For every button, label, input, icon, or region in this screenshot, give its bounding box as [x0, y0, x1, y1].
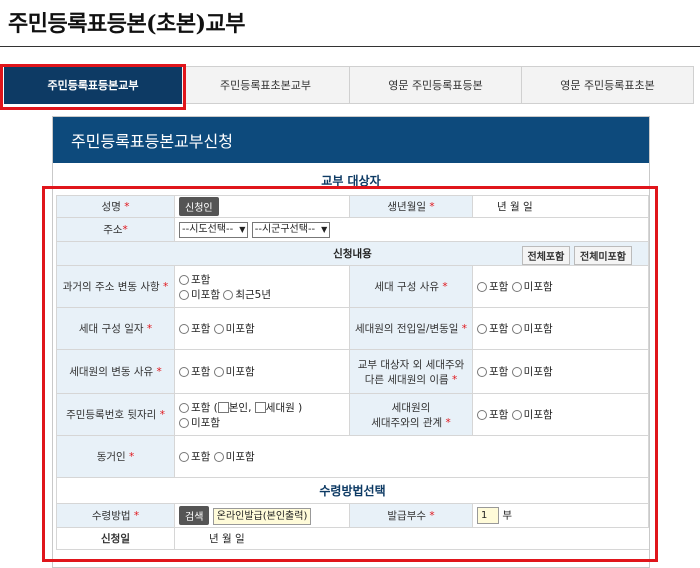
tab-english-copy[interactable]: 영문 주민등록표등본	[350, 66, 522, 104]
tab-english-abstract[interactable]: 영문 주민등록표초본	[522, 66, 694, 104]
page-title: 주민등록표등본(초본)교부	[8, 11, 245, 37]
tab-resident-abstract[interactable]: 주민등록표초본교부	[182, 66, 350, 104]
form-header: 주민등록표등본교부신청	[53, 117, 649, 163]
title-divider	[0, 46, 700, 47]
active-tab-highlight	[0, 64, 186, 110]
form-highlight	[42, 186, 658, 562]
